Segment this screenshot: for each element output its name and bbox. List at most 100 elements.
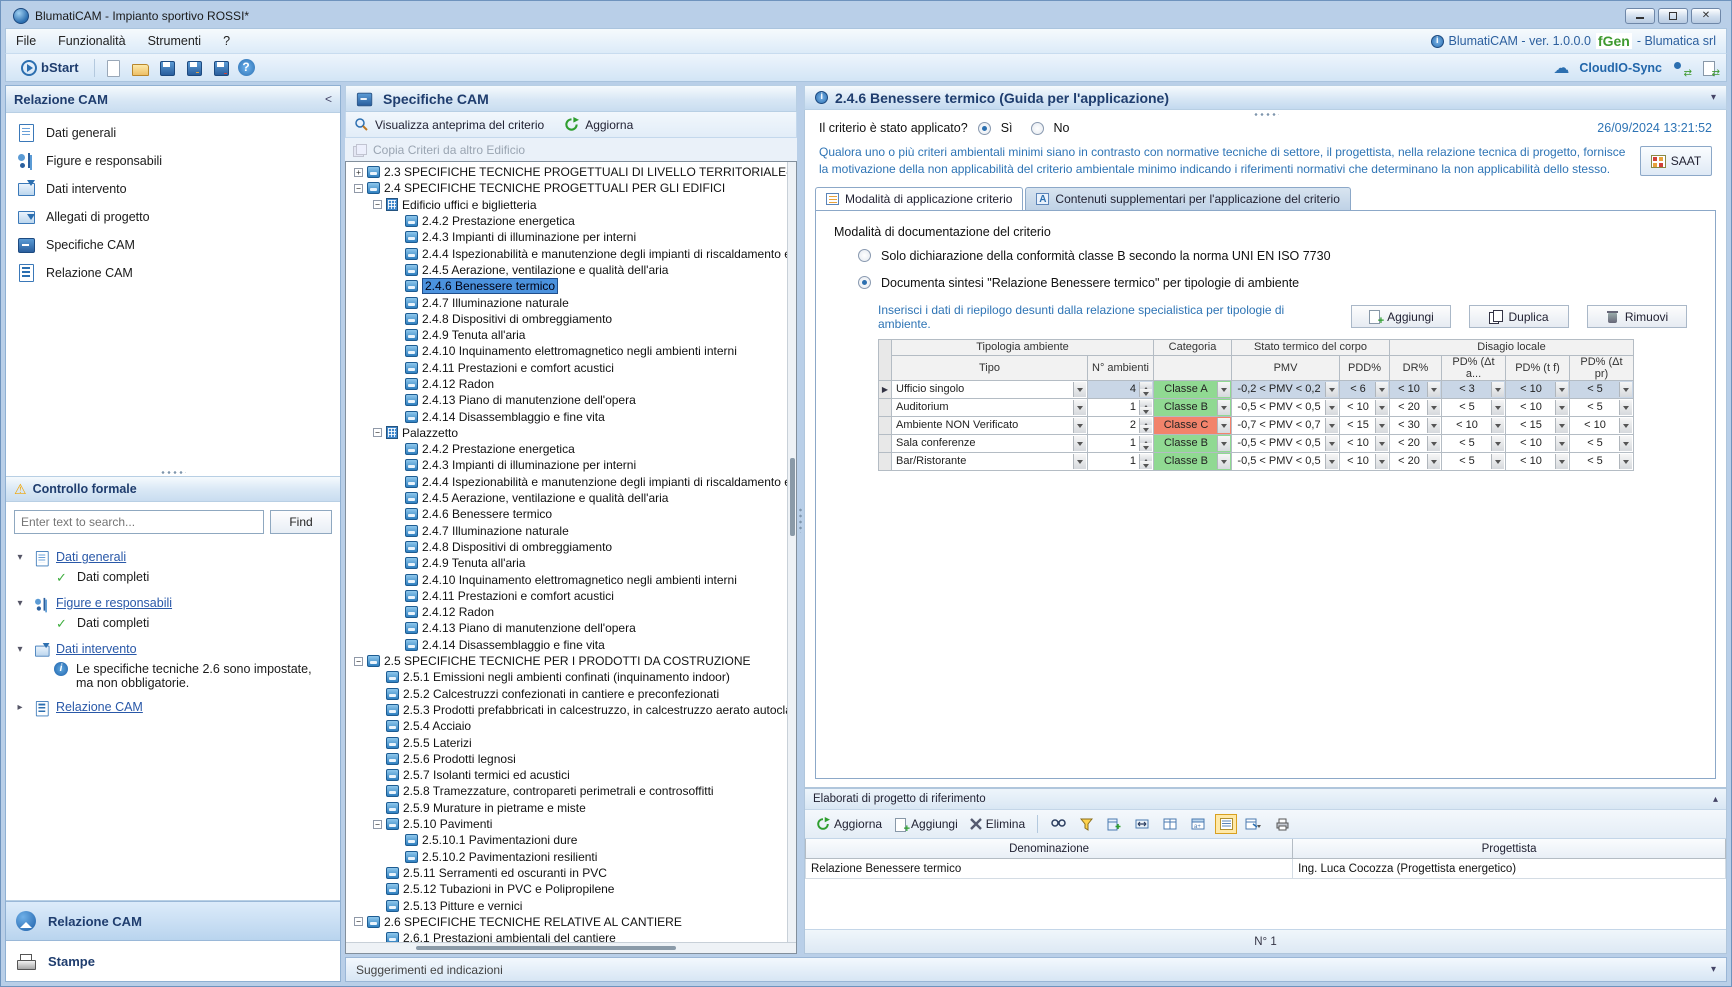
cell-progettista[interactable]: Ing. Luca Cocozza (Progettista energetic… — [1293, 859, 1726, 879]
tree-item-2-5-specifiche-tecniche-per-i-prodotti-da-[interactable]: −2.5 SPECIFICHE TECNICHE PER I PRODOTTI … — [348, 653, 796, 669]
save-as-icon[interactable] — [184, 59, 203, 77]
dropdown-button[interactable] — [1217, 382, 1230, 397]
dropdown-button[interactable] — [1217, 454, 1230, 469]
chevron-down-icon[interactable]: ▾ — [14, 552, 26, 563]
tree-item-2-4-3-impianti-di-illuminazione-per-intern[interactable]: 2.4.3 Impianti di illuminazione per inte… — [348, 229, 796, 245]
tree-item-2-4-8-dispositivi-di-ombreggiamento[interactable]: 2.4.8 Dispositivi di ombreggiamento — [348, 539, 796, 555]
tree-item-2-4-9-tenuta-all-aria[interactable]: 2.4.9 Tenuta all'aria — [348, 555, 796, 571]
dropdown-button[interactable] — [1073, 382, 1086, 397]
cell-categoria[interactable]: Classe A — [1154, 380, 1232, 398]
radio-option-declaration[interactable] — [858, 249, 871, 262]
tree-item-2-5-10-1-pavimentazioni-dure[interactable]: 2.5.10.1 Pavimentazioni dure — [348, 832, 796, 848]
tree-item-2-4-12-radon[interactable]: 2.4.12 Radon — [348, 604, 796, 620]
tree-item-2-4-6-benessere-termico[interactable]: 2.4.6 Benessere termico — [348, 278, 796, 294]
radio-yes[interactable] — [978, 122, 991, 135]
tree-item-2-4-11-prestazioni-e-comfort-acustici[interactable]: 2.4.11 Prestazioni e comfort acustici — [348, 588, 796, 604]
dropdown-button[interactable] — [1325, 418, 1338, 433]
cell-pdd[interactable]: < 6 — [1340, 380, 1390, 398]
cell-pd-t-f[interactable]: < 15 — [1506, 416, 1570, 434]
footer-item-relazione-cam[interactable]: Relazione CAM — [6, 901, 340, 941]
cell-pd-t-f[interactable]: < 10 — [1506, 452, 1570, 470]
tree-horizontal-scrollbar[interactable] — [346, 942, 796, 953]
cell-dr[interactable]: < 20 — [1390, 398, 1442, 416]
col-pd-t-f[interactable]: PD% (t f) — [1506, 355, 1570, 380]
cell-categoria[interactable]: Classe B — [1154, 398, 1232, 416]
spinner-buttons[interactable] — [1139, 382, 1152, 397]
cell-tipo[interactable]: Sala conferenze — [892, 434, 1088, 452]
sync-user-icon[interactable] — [1672, 60, 1690, 76]
dropdown-button[interactable] — [1555, 418, 1568, 433]
dropdown-button[interactable] — [1555, 382, 1568, 397]
expand-box-icon[interactable]: + — [354, 168, 363, 177]
sidebar-item-relazione-cam[interactable]: Relazione CAM — [6, 259, 340, 287]
dropdown-button[interactable] — [1073, 454, 1086, 469]
sidebar-collapse-button[interactable]: < — [325, 92, 332, 106]
cell-pmv[interactable]: -0,5 < PMV < 0,5 — [1232, 398, 1340, 416]
save-icon[interactable] — [157, 59, 176, 77]
cell-pd-dt-a[interactable]: < 10 — [1442, 416, 1506, 434]
menu-strumenti[interactable]: Strumenti — [148, 34, 202, 48]
dropdown-button[interactable] — [1555, 454, 1568, 469]
dropdown-button[interactable] — [1375, 418, 1388, 433]
col-n-ambienti[interactable]: N° ambienti — [1088, 355, 1154, 380]
elaborati-add-button[interactable]: Aggiungi — [891, 817, 961, 831]
cell-tipo[interactable]: Ufficio singolo — [892, 380, 1088, 398]
tab-modalita-applicazione[interactable]: Modalità di applicazione criterio — [815, 187, 1023, 210]
tree-item-2-5-9-murature-in-pietrame-e-miste[interactable]: 2.5.9 Murature in pietrame e miste — [348, 800, 796, 816]
tree-item-2-4-14-disassemblaggio-e-fine-vita[interactable]: 2.4.14 Disassemblaggio e fine vita — [348, 637, 796, 653]
ambiente-row[interactable]: Auditorium1Classe B-0,5 < PMV < 0,5< 10<… — [879, 398, 1634, 416]
dropdown-button[interactable] — [1619, 454, 1632, 469]
column-denominazione[interactable]: Denominazione — [805, 839, 1293, 859]
tree-item-2-4-10-inquinamento-elettromagnetico-negli[interactable]: 2.4.10 Inquinamento elettromagnetico neg… — [348, 571, 796, 587]
menu-file[interactable]: File — [16, 34, 36, 48]
cell-n-ambienti[interactable]: 1 — [1088, 398, 1154, 416]
dropdown-button[interactable] — [1427, 382, 1440, 397]
dropdown-button[interactable] — [1491, 418, 1504, 433]
maximize-button[interactable] — [1658, 8, 1688, 24]
dropdown-button[interactable] — [1491, 400, 1504, 415]
tree-item-2-5-1-emissioni-negli-ambienti-confinati-i[interactable]: 2.5.1 Emissioni negli ambienti confinati… — [348, 669, 796, 685]
dropdown-button[interactable] — [1217, 418, 1230, 433]
cloud-sync-button[interactable]: CloudIO-Sync — [1579, 61, 1662, 75]
dropdown-button[interactable] — [1555, 436, 1568, 451]
collapse-box-icon[interactable]: − — [373, 820, 382, 829]
open-file-icon[interactable] — [130, 59, 149, 77]
cell-tipo[interactable]: Auditorium — [892, 398, 1088, 416]
elaborati-delete-button[interactable]: Elimina — [967, 817, 1028, 831]
cell-pdd[interactable]: < 10 — [1340, 398, 1390, 416]
option-declaration-label[interactable]: Solo dichiarazione della conformità clas… — [881, 249, 1331, 263]
dropdown-button[interactable] — [1427, 418, 1440, 433]
tree-item-2-4-13-piano-di-manutenzione-dell-opera[interactable]: 2.4.13 Piano di manutenzione dell'opera — [348, 620, 796, 636]
find-icon[interactable] — [1047, 814, 1069, 834]
tree-item-2-5-7-isolanti-termici-ed-acustici[interactable]: 2.5.7 Isolanti termici ed acustici — [348, 767, 796, 783]
controllo-node-label[interactable]: Dati intervento — [56, 642, 137, 656]
cell-categoria[interactable]: Classe C — [1154, 416, 1232, 434]
dropdown-button[interactable] — [1073, 418, 1086, 433]
dropdown-button[interactable] — [1375, 436, 1388, 451]
dropdown-button[interactable] — [1619, 382, 1632, 397]
controllo-node-dati-intervento[interactable]: ▾Dati intervento — [10, 638, 336, 660]
collapse-box-icon[interactable]: − — [354, 657, 363, 666]
tree-item-2-5-6-prodotti-legnosi[interactable]: 2.5.6 Prodotti legnosi — [348, 751, 796, 767]
cell-pd-dt-a[interactable]: < 3 — [1442, 380, 1506, 398]
tree-item-2-4-14-disassemblaggio-e-fine-vita[interactable]: 2.4.14 Disassemblaggio e fine vita — [348, 408, 796, 424]
tree-item-2-4-5-aerazione-ventilazione-e-qualit-dell[interactable]: 2.4.5 Aerazione, ventilazione e qualità … — [348, 490, 796, 506]
dropdown-button[interactable] — [1491, 436, 1504, 451]
tree-item-2-5-13-pitture-e-vernici[interactable]: 2.5.13 Pitture e vernici — [348, 897, 796, 913]
tree-item-2-5-2-calcestruzzi-confezionati-in-cantier[interactable]: 2.5.2 Calcestruzzi confezionati in canti… — [348, 686, 796, 702]
tree-item-2-5-12-tubazioni-in-pvc-e-polipropilene[interactable]: 2.5.12 Tubazioni in PVC e Polipropilene — [348, 881, 796, 897]
tree-item-2-4-6-benessere-termico[interactable]: 2.4.6 Benessere termico — [348, 506, 796, 522]
cell-pd-dt-pr[interactable]: < 5 — [1570, 380, 1634, 398]
cell-pd-dt-a[interactable]: < 5 — [1442, 452, 1506, 470]
radio-no[interactable] — [1031, 122, 1044, 135]
chevron-down-icon[interactable]: ▾ — [1711, 964, 1716, 975]
tree-item-2-4-2-prestazione-energetica[interactable]: 2.4.2 Prestazione energetica — [348, 213, 796, 229]
find-button[interactable]: Find — [270, 510, 332, 534]
cell-categoria[interactable]: Classe B — [1154, 434, 1232, 452]
controllo-node-figure-e-responsabili[interactable]: ▾Figure e responsabili — [10, 592, 336, 614]
chevron-right-icon[interactable]: ▸ — [14, 702, 26, 713]
option-documenta-label[interactable]: Documenta sintesi "Relazione Benessere t… — [881, 276, 1299, 290]
ambiente-row[interactable]: Bar/Ristorante1Classe B-0,5 < PMV < 0,5<… — [879, 452, 1634, 470]
criterion-splitter-handle[interactable] — [805, 110, 1726, 118]
elaborati-refresh-button[interactable]: Aggiorna — [813, 817, 885, 831]
